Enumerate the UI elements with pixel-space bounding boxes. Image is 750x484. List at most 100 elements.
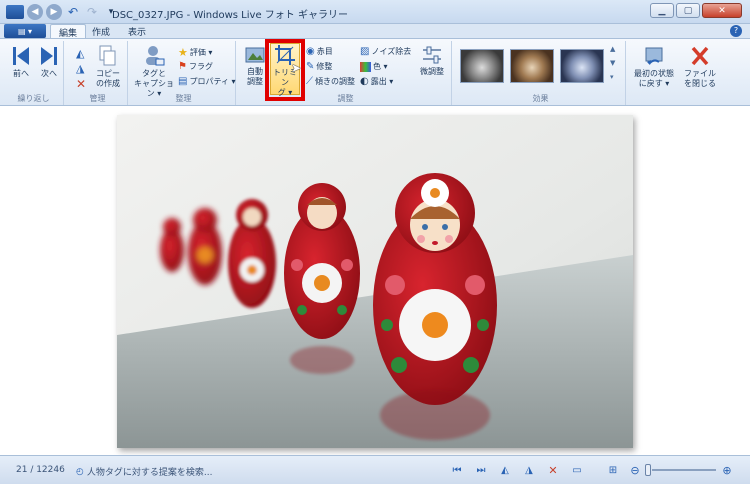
- status-next-icon: ⏭: [476, 464, 486, 476]
- group-organize-label: 整理: [175, 94, 192, 103]
- redo-icon[interactable]: ↷: [84, 4, 100, 20]
- photo-matryoshka[interactable]: [117, 115, 633, 448]
- group-navigate-label: 繰り返し: [17, 94, 50, 103]
- title-bar: ◀ ▶ ↶ ↷ ▾ DSC_0327.JPG - Windows Live フォ…: [0, 0, 750, 24]
- tag-person-icon: [146, 46, 165, 66]
- status-fit-button[interactable]: ⊞: [606, 463, 620, 477]
- close-window-button[interactable]: ✕: [702, 3, 742, 18]
- status-delete-button[interactable]: ✕: [546, 463, 560, 477]
- color-button[interactable]: 色 ▾: [360, 61, 388, 72]
- close-file-label-2: を閉じる: [684, 79, 716, 88]
- group-effects-label: 効果: [532, 94, 549, 103]
- copy-button[interactable]: コピー の作成: [90, 45, 126, 89]
- undo-icon[interactable]: ↶: [65, 4, 81, 20]
- effect-thumb-bw[interactable]: [460, 49, 504, 83]
- status-prev-button[interactable]: ⏮: [450, 463, 464, 477]
- fine-tune-button[interactable]: 微調整: [416, 45, 448, 77]
- clock-icon: ◴: [76, 466, 84, 477]
- back-icon[interactable]: ◀: [27, 4, 43, 20]
- flag-label: フラグ: [188, 62, 213, 71]
- zoom-out-button[interactable]: ⊖: [628, 463, 642, 477]
- zoom-slider-track[interactable]: [652, 469, 716, 471]
- tab-view[interactable]: 表示: [120, 24, 154, 38]
- retouch-label: 修整: [316, 62, 333, 71]
- copy-label-1: コピー: [96, 69, 120, 78]
- prev-button[interactable]: 前へ: [10, 45, 32, 79]
- app-icon[interactable]: [6, 5, 24, 19]
- noise-icon: ▨: [360, 46, 370, 57]
- status-slideshow-button[interactable]: ▭: [570, 463, 584, 477]
- revert-button[interactable]: 最初の状態 に戻す ▾: [630, 45, 678, 89]
- properties-button[interactable]: ▤ プロパティ ▾: [178, 76, 236, 87]
- star-icon: ★: [178, 46, 188, 59]
- exposure-icon: ◐: [360, 76, 369, 87]
- color-icon: [360, 61, 371, 72]
- tag-label-1: タグと: [142, 69, 166, 78]
- close-file-button[interactable]: ファイル を閉じる: [682, 45, 718, 89]
- next-icon: [41, 47, 57, 65]
- quick-access-toolbar: ◀ ▶ ↶ ↷ ▾: [6, 4, 119, 20]
- status-rotate-right-button[interactable]: ◮: [522, 463, 536, 477]
- group-navigate: 前へ 次へ 繰り返し: [4, 41, 64, 105]
- red-eye-label: 赤目: [316, 47, 333, 56]
- color-label: 色 ▾: [373, 62, 388, 71]
- exposure-button[interactable]: ◐ 露出 ▾: [360, 76, 393, 87]
- photo-viewer: [0, 107, 750, 455]
- noise-reduction-button[interactable]: ▨ ノイズ除去: [360, 46, 411, 57]
- group-organize: タグと キャプション ▾ ★ 評価 ▾ ⚑ フラグ ▤ プロパティ ▾ 整理: [132, 41, 236, 105]
- rotate-left-icon[interactable]: ◭: [76, 47, 84, 60]
- revert-label-1: 最初の状態: [634, 69, 674, 78]
- tab-create[interactable]: 作成: [84, 24, 118, 38]
- retouch-icon: ✎: [306, 61, 315, 72]
- status-bar: 21 / 12246 ◴ 人物タグに対する提案を検索... ⏮ ⏭ ◭ ◮ ✕ …: [0, 455, 750, 484]
- prev-label: 前へ: [13, 69, 29, 78]
- copy-icon: [99, 45, 116, 66]
- effect-thumb-cyan[interactable]: [560, 49, 604, 83]
- effects-scroll-up-icon[interactable]: ▲: [610, 45, 615, 53]
- auto-adjust-label-1: 自動: [247, 67, 263, 76]
- flag-icon: ⚑: [178, 61, 187, 72]
- rate-label: 評価 ▾: [189, 48, 213, 57]
- delete-icon: ✕: [548, 463, 558, 477]
- group-adjust: 自動 調整 トリミン グ ▾ ➤ ◉ 赤目 ✎ 修整 ⟋ 傾きの調整 ▨ ノイズ…: [240, 39, 452, 105]
- straighten-button[interactable]: ⟋ 傾きの調整: [306, 76, 355, 87]
- window-title: DSC_0327.JPG - Windows Live フォト ギャラリー: [112, 10, 348, 21]
- zoom-in-button[interactable]: ⊕: [720, 463, 734, 477]
- effects-scroll-down-icon[interactable]: ▼: [610, 59, 615, 67]
- status-rotate-left-button[interactable]: ◭: [498, 463, 512, 477]
- matryoshka-dolls-image: [117, 115, 633, 448]
- rate-button[interactable]: ★ 評価 ▾: [178, 46, 212, 59]
- rotate-left-icon: ◭: [501, 464, 509, 476]
- properties-label: プロパティ ▾: [189, 77, 236, 86]
- eye-icon: ◉: [306, 46, 315, 57]
- effects-expand-icon[interactable]: ▾: [610, 73, 614, 81]
- delete-icon[interactable]: ✕: [76, 77, 86, 91]
- noise-label: ノイズ除去: [371, 47, 412, 56]
- zoom-slider-handle[interactable]: [645, 464, 651, 476]
- slider-icon: [423, 46, 441, 64]
- group-adjust-label: 調整: [337, 94, 354, 103]
- flag-button[interactable]: ⚑ フラグ: [178, 61, 213, 72]
- retouch-button[interactable]: ✎ 修整: [306, 61, 332, 72]
- app-menu-button[interactable]: ▤ ▾: [4, 24, 46, 38]
- red-eye-button[interactable]: ◉ 赤目: [306, 46, 333, 57]
- next-button[interactable]: 次へ: [38, 45, 60, 79]
- rotate-right-icon[interactable]: ◮: [76, 62, 84, 75]
- help-icon[interactable]: ?: [730, 25, 742, 37]
- prev-icon: [13, 47, 29, 65]
- maximize-button[interactable]: ▢: [676, 3, 700, 18]
- effect-thumb-sepia[interactable]: [510, 49, 554, 83]
- fine-tune-label: 微調整: [420, 67, 444, 76]
- group-effects: ▲ ▼ ▾ 効果: [456, 41, 626, 105]
- forward-icon[interactable]: ▶: [46, 4, 62, 20]
- status-next-button[interactable]: ⏭: [474, 463, 488, 477]
- tag-suggestion-status[interactable]: ◴ 人物タグに対する提案を検索...: [76, 465, 213, 479]
- zoom-out-icon: ⊖: [630, 463, 640, 477]
- zoom-in-icon: ⊕: [722, 463, 732, 477]
- minimize-button[interactable]: ▁: [650, 3, 674, 18]
- tag-suggestion-text: 人物タグに対する提案を検索...: [86, 468, 213, 478]
- photo-counter: 21 / 12246: [16, 465, 65, 475]
- tab-edit[interactable]: 編集: [50, 24, 87, 39]
- next-label: 次へ: [41, 69, 57, 78]
- tag-caption-button[interactable]: タグと キャプション ▾: [132, 45, 176, 99]
